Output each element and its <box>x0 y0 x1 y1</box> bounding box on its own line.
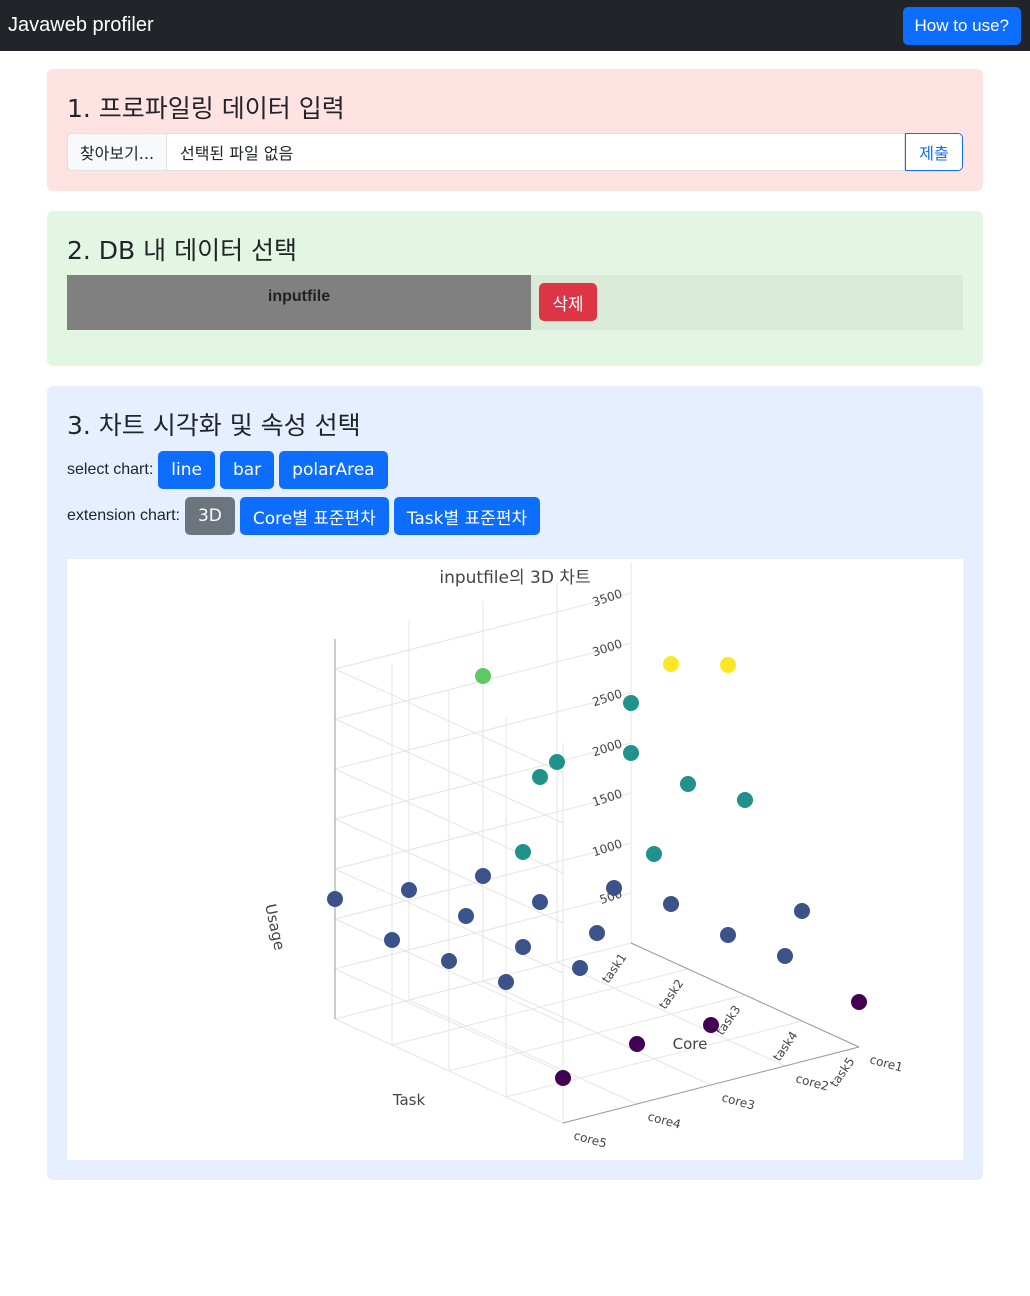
brand-title[interactable]: Javaweb profiler <box>8 14 154 37</box>
polar-area-chart-button[interactable]: polarArea <box>279 451 388 489</box>
y-tick-label: core1 <box>868 1052 904 1074</box>
extension-chart-label: extension chart: <box>67 507 180 524</box>
section-title-input: 1. 프로파일링 데이터 입력 <box>67 94 345 123</box>
z-tick-label: 1500 <box>591 787 624 810</box>
browse-button[interactable]: 찾아보기... <box>67 133 167 171</box>
section-title-db: 2. DB 내 데이터 선택 <box>67 236 298 265</box>
x-tick-label: task4 <box>770 1029 800 1064</box>
x-tick-label: task2 <box>656 977 686 1012</box>
data-point <box>623 745 639 761</box>
select-chart-label: select chart: <box>67 461 154 478</box>
data-point <box>720 927 736 943</box>
x-tick-label: task3 <box>713 1003 743 1038</box>
data-point <box>555 1070 571 1086</box>
data-point <box>515 939 531 955</box>
file-name-field[interactable]: 선택된 파일 없음 <box>167 133 905 171</box>
x-axis-title: Task <box>392 1091 426 1109</box>
data-point <box>663 656 679 672</box>
submit-button[interactable]: 제출 <box>905 133 963 171</box>
data-point <box>549 754 565 770</box>
data-point <box>794 903 810 919</box>
data-point <box>401 882 417 898</box>
data-point <box>475 668 491 684</box>
x-tick-label: task5 <box>827 1055 857 1090</box>
y-tick-label: core4 <box>646 1109 682 1131</box>
z-tick-label: 3500 <box>591 587 624 610</box>
z-tick-label: 2500 <box>591 687 624 710</box>
input-section: 1. 프로파일링 데이터 입력 찾아보기... 선택된 파일 없음 제출 <box>47 69 983 191</box>
data-point <box>629 1036 645 1052</box>
data-point <box>475 868 491 884</box>
db-item-name[interactable]: inputfile <box>67 275 531 330</box>
y-tick-label: core3 <box>720 1090 756 1112</box>
data-point <box>441 953 457 969</box>
section-title-chart: 3. 차트 시각화 및 속성 선택 <box>67 411 361 440</box>
3d-chart-button[interactable]: 3D <box>184 497 235 535</box>
delete-button[interactable]: 삭제 <box>539 283 597 321</box>
db-section: 2. DB 내 데이터 선택 inputfile 삭제 <box>47 211 983 366</box>
data-point <box>623 695 639 711</box>
z-tick-label: 1000 <box>591 837 624 860</box>
z-axis-title: Usage <box>261 902 288 951</box>
bar-chart-button[interactable]: bar <box>219 451 275 489</box>
y-tick-label: core5 <box>572 1128 608 1150</box>
floor-grid-line <box>556 961 786 1067</box>
y-axis-title: Core <box>673 1035 708 1053</box>
data-point <box>851 994 867 1010</box>
data-point <box>720 657 736 673</box>
data-point <box>515 844 531 860</box>
extension-chart-row: extension chart: 3D Core별 표준편차 Task별 표준편… <box>67 497 545 535</box>
db-item-row: inputfile 삭제 <box>67 275 963 330</box>
data-point <box>663 896 679 912</box>
data-point <box>606 880 622 896</box>
file-input-group: 찾아보기... 선택된 파일 없음 제출 <box>67 133 963 171</box>
data-point <box>532 769 548 785</box>
data-point <box>384 932 400 948</box>
floor-grid-line <box>408 999 638 1105</box>
data-point <box>589 925 605 941</box>
chart-3d-svg[interactable]: 500100015002000250030003500task1task2tas… <box>67 559 963 1160</box>
data-point <box>680 776 696 792</box>
data-point <box>327 891 343 907</box>
y-tick-label: core2 <box>794 1071 830 1093</box>
data-point <box>777 948 793 964</box>
core-stddev-button[interactable]: Core별 표준편차 <box>239 497 389 535</box>
how-to-use-button[interactable]: How to use? <box>902 6 1021 45</box>
x-tick-label: task1 <box>599 951 629 986</box>
data-point <box>572 960 588 976</box>
chart-section: 3. 차트 시각화 및 속성 선택 select chart: line bar… <box>47 386 983 1180</box>
data-point <box>737 792 753 808</box>
navbar: Javaweb profiler How to use? <box>0 0 1030 51</box>
data-point <box>703 1017 719 1033</box>
line-chart-button[interactable]: line <box>158 451 215 489</box>
data-point <box>498 974 514 990</box>
z-tick-label: 3000 <box>591 637 624 660</box>
select-chart-row: select chart: line bar polarArea <box>67 451 393 489</box>
data-point <box>458 908 474 924</box>
data-point <box>646 846 662 862</box>
chart-3d[interactable]: inputfile의 3D 차트 500 1000 1500 2000 2500 3000… <box>67 559 963 1160</box>
data-point <box>532 894 548 910</box>
task-stddev-button[interactable]: Task별 표준편차 <box>393 497 541 535</box>
z-tick-label: 2000 <box>591 737 624 760</box>
